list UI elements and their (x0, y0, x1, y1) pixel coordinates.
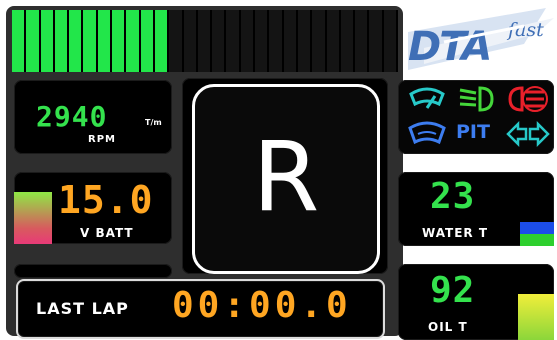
headlight-icon (459, 86, 494, 112)
last-lap-value: 00:00.0 (172, 285, 352, 326)
oil-temp-panel: 92 OIL T (398, 264, 554, 340)
shift-light-segment (369, 10, 384, 72)
shift-light-segment (340, 10, 356, 72)
shift-light-segment (226, 10, 241, 72)
shift-light-segment (154, 10, 170, 72)
shift-light-segment (54, 10, 70, 72)
hidden-panel (14, 264, 172, 278)
pit-indicator: PIT (456, 121, 490, 143)
water-temp-value: 23 (430, 176, 476, 217)
shift-light-segment (40, 10, 55, 72)
battery-value: 15.0 (58, 178, 154, 222)
wiper-icon (409, 87, 445, 109)
water-gauge-blue (520, 222, 554, 234)
shift-light-segment (326, 10, 341, 72)
shift-light-segment (240, 10, 256, 72)
rpm-label: RPM (88, 134, 116, 145)
shift-light-segment (97, 10, 113, 72)
turn-signal-icon (506, 120, 550, 148)
rpm-unit: T/m (145, 118, 162, 127)
water-temp-label: WATER T (422, 226, 489, 240)
svg-text:fast: fast (506, 19, 544, 41)
shift-light-bar (12, 10, 398, 72)
shift-light-segment (312, 10, 327, 72)
shift-light-segment (12, 10, 27, 72)
shift-light-segment (212, 10, 227, 72)
fog-light-icon (508, 86, 548, 112)
svg-text:DTA: DTA (408, 24, 490, 70)
shift-light-segment (283, 10, 298, 72)
oil-temp-value: 92 (430, 270, 476, 311)
water-temp-panel: 23 WATER T (398, 172, 554, 246)
shift-light-segment (126, 10, 141, 72)
shift-light-segment (297, 10, 313, 72)
oil-temp-label: OIL T (428, 320, 468, 334)
shift-light-segment (112, 10, 127, 72)
gear-panel: R (182, 78, 388, 274)
battery-panel: 15.0 V BATT (14, 172, 172, 244)
washer-icon (408, 121, 446, 145)
rpm-panel: 2940 T/m RPM (14, 80, 172, 154)
shift-light-segment (197, 10, 213, 72)
shift-light-segment (255, 10, 270, 72)
last-lap-panel: LAST LAP 00:00.0 (16, 279, 385, 339)
gear-value: R (252, 121, 320, 233)
shift-light-segment (269, 10, 284, 72)
shift-light-segment (169, 10, 184, 72)
shift-light-segment (26, 10, 41, 72)
battery-label: V BATT (80, 226, 134, 240)
battery-gauge (14, 192, 52, 244)
indicator-panel: PIT (398, 80, 554, 154)
shift-light-segment (83, 10, 98, 72)
rpm-value: 2940 (36, 100, 108, 133)
gear-box: R (192, 84, 380, 274)
shift-light-segment (140, 10, 155, 72)
water-gauge-green (520, 234, 554, 246)
shift-light-segment (383, 10, 398, 72)
last-lap-label: LAST LAP (36, 299, 129, 318)
shift-light-segment (69, 10, 84, 72)
dta-logo: DTA fast (408, 8, 554, 70)
oil-gauge (518, 294, 554, 340)
shift-light-segment (355, 10, 370, 72)
shift-light-segment (183, 10, 198, 72)
